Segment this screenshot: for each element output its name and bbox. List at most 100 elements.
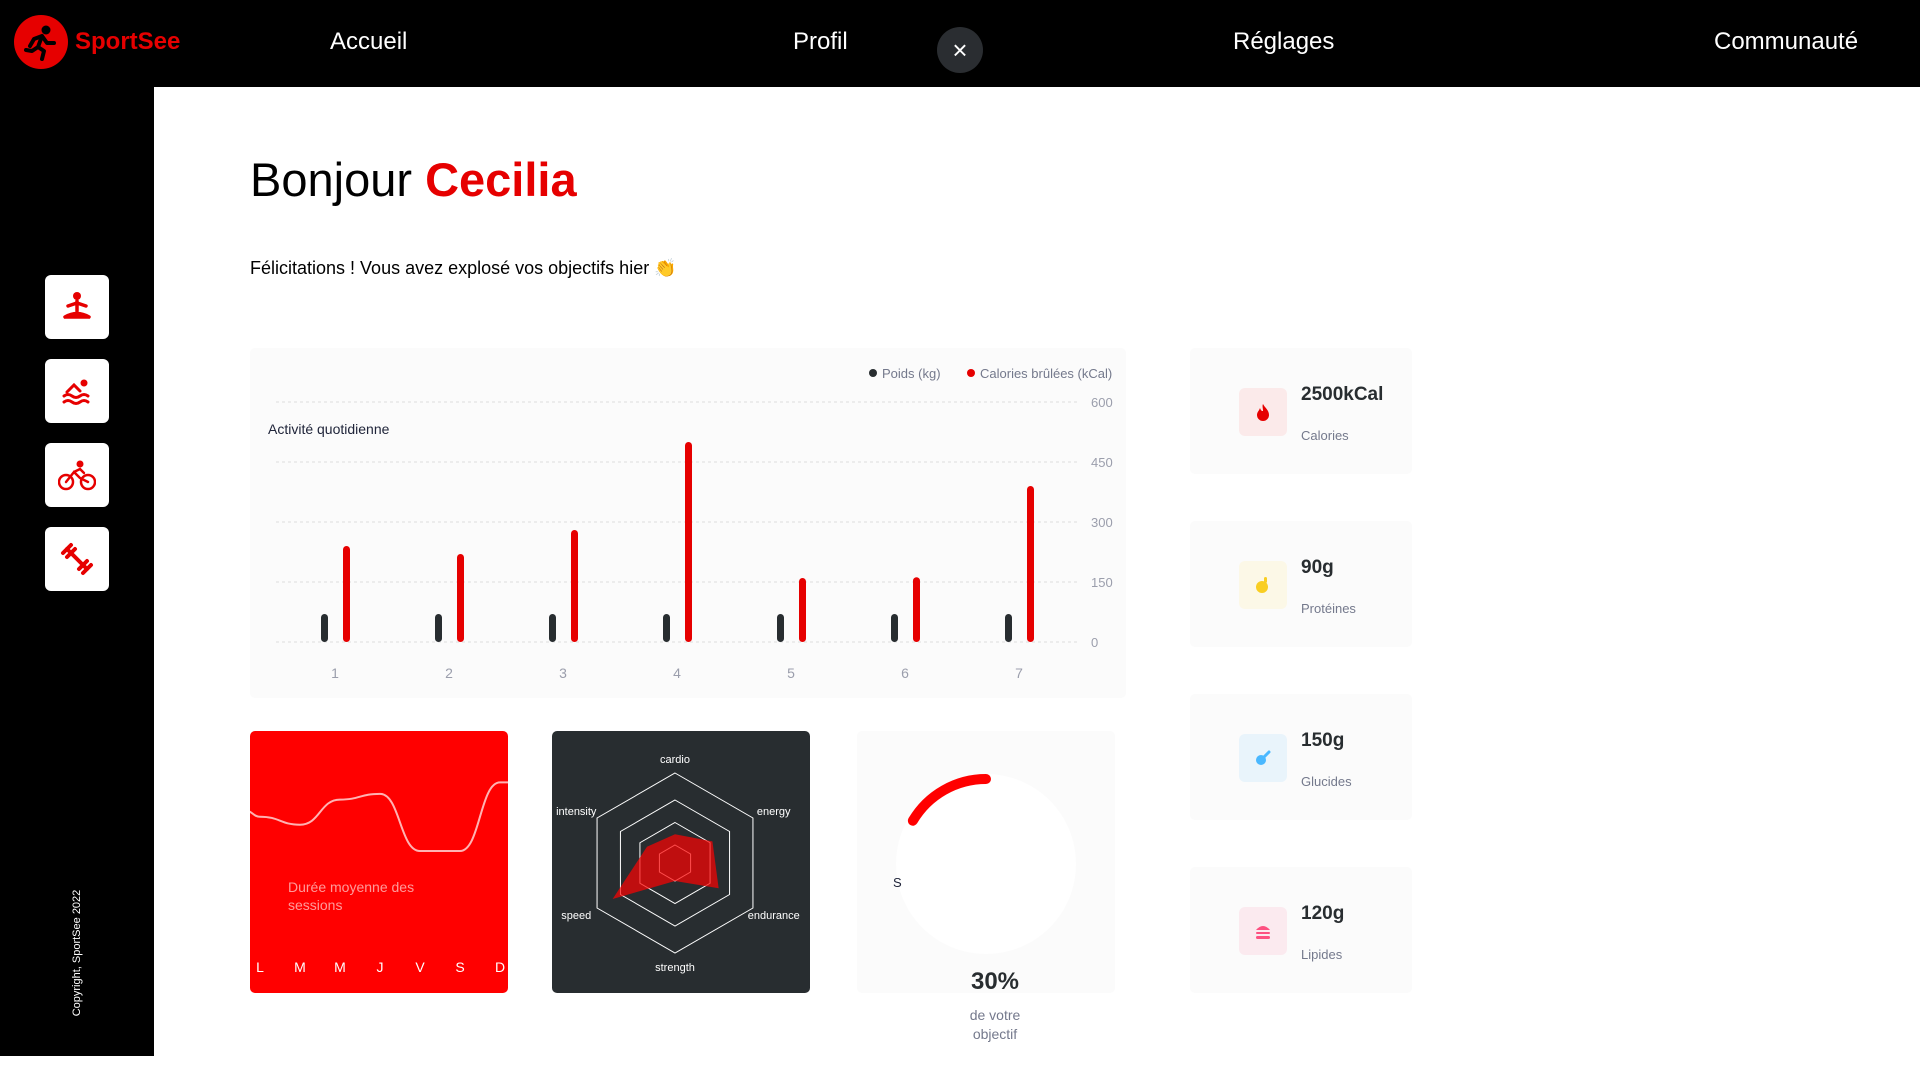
- sessions-chart: Durée moyenne des sessions L M M J V S D: [245, 781, 512, 975]
- nav-profile[interactable]: Profil: [793, 28, 848, 56]
- day-label: L: [256, 959, 264, 975]
- performance-chart-card: cardio energy endurance strength speed intens…: [552, 731, 810, 993]
- day-label: M: [294, 959, 306, 975]
- keydata-label: Glucides: [1301, 774, 1352, 789]
- user-name: Cecilia: [425, 153, 577, 206]
- score-chart: S 30% de votre objectif: [893, 774, 1076, 1042]
- weight-bar[interactable]: [777, 614, 784, 642]
- keydata-value: 120g: [1301, 903, 1345, 924]
- calories-bar[interactable]: [457, 554, 464, 642]
- keydata-value: 150g: [1301, 730, 1345, 751]
- calories-bar[interactable]: [1027, 486, 1034, 642]
- sidebar-item-weights[interactable]: [45, 527, 109, 591]
- dumbbell-icon: [61, 543, 93, 575]
- runner-icon: [14, 15, 68, 69]
- page-title: Bonjour Cecilia: [250, 152, 577, 207]
- swim-icon: [62, 379, 90, 405]
- x-tick-label: 5: [787, 665, 795, 681]
- close-icon: ×: [952, 34, 968, 65]
- weight-bar[interactable]: [663, 614, 670, 642]
- day-label: D: [495, 959, 505, 975]
- radar-axis-label: intensity: [556, 806, 597, 818]
- keydata-card-carbs: 150g Glucides: [1190, 694, 1412, 820]
- legend-weight-dot: [869, 369, 877, 377]
- sidebar: Copyright, SportSee 2022: [0, 87, 154, 1056]
- day-label: M: [334, 959, 346, 975]
- calories-bar[interactable]: [799, 578, 806, 642]
- x-tick-label: 1: [331, 665, 339, 681]
- calories-bar[interactable]: [685, 442, 692, 642]
- x-tick-label: 3: [559, 665, 567, 681]
- score-value: 30%: [971, 968, 1019, 995]
- y-tick-label: 300: [1091, 515, 1113, 530]
- nav-community[interactable]: Communauté: [1714, 28, 1858, 56]
- keydata-icon-bg: [1239, 388, 1287, 436]
- yoga-icon: [63, 292, 91, 319]
- keydata-card-protein: 90g Protéines: [1190, 521, 1412, 647]
- y-tick-label: 450: [1091, 455, 1113, 470]
- keydata-value: 2500kCal: [1301, 384, 1384, 405]
- legend-calories: Calories brûlées (kCal): [980, 366, 1112, 381]
- keydata-label: Calories: [1301, 428, 1349, 443]
- sessions-chart-card: Durée moyenne des sessions L M M J V S D: [245, 731, 512, 993]
- chicken-icon: [1256, 577, 1268, 593]
- logo[interactable]: SportSee: [14, 15, 180, 69]
- radar-axis-label: energy: [757, 806, 791, 818]
- y-tick-label: 150: [1091, 575, 1113, 590]
- radar-axis-label: speed: [561, 910, 591, 922]
- keydata-icon-bg: [1239, 734, 1287, 782]
- keydata-icon-bg: [1239, 561, 1287, 609]
- calories-bar[interactable]: [343, 546, 350, 642]
- y-tick-label: 0: [1091, 635, 1098, 650]
- apple-icon: [1256, 750, 1271, 765]
- legend-weight: Poids (kg): [882, 366, 941, 381]
- score-line1: de votre: [970, 1007, 1021, 1023]
- keydata-value: 90g: [1301, 557, 1334, 578]
- score-label-fragment: S: [893, 875, 902, 890]
- weight-bar[interactable]: [891, 614, 898, 642]
- day-label: S: [455, 959, 464, 975]
- legend-calories-dot: [967, 369, 975, 377]
- flame-icon: [1257, 404, 1269, 421]
- activity-chart: Activité quotidienne Poids (kg) Calories…: [268, 366, 1113, 681]
- radar-area: [612, 834, 719, 899]
- sessions-title-2: sessions: [288, 897, 342, 913]
- radar-axis-label: strength: [655, 962, 695, 974]
- calories-bar[interactable]: [913, 577, 920, 642]
- keydata-card-lipids: 120g Lipides: [1190, 867, 1412, 993]
- weight-bar[interactable]: [549, 614, 556, 642]
- x-tick-label: 2: [445, 665, 453, 681]
- brand-name: SportSee: [75, 28, 181, 55]
- performance-chart: cardio energy endurance strength speed intens…: [556, 754, 800, 974]
- day-label: J: [377, 959, 384, 975]
- nav-home[interactable]: Accueil: [330, 28, 407, 56]
- sidebar-item-yoga[interactable]: [45, 275, 109, 339]
- day-label: V: [415, 959, 425, 975]
- sidebar-item-swim[interactable]: [45, 359, 109, 423]
- radar-axis-label: endurance: [748, 910, 800, 922]
- weight-bar[interactable]: [321, 614, 328, 642]
- score-line2: objectif: [973, 1026, 1017, 1042]
- x-tick-label: 6: [901, 665, 909, 681]
- copyright: Copyright, SportSee 2022: [71, 889, 83, 1017]
- activity-title: Activité quotidienne: [268, 421, 390, 437]
- score-chart-card: S 30% de votre objectif: [857, 731, 1115, 1042]
- sidebar-item-bike[interactable]: [45, 443, 109, 507]
- calories-bar[interactable]: [571, 530, 578, 642]
- keydata-label: Protéines: [1301, 601, 1356, 616]
- top-navigation: SportSee Accueil Profil × Réglages Commu…: [0, 0, 1920, 87]
- keydata-label: Lipides: [1301, 947, 1343, 962]
- activity-chart-panel: Activité quotidienne Poids (kg) Calories…: [250, 348, 1126, 698]
- burger-icon: [1256, 926, 1270, 939]
- nav-settings[interactable]: Réglages: [1233, 28, 1334, 56]
- sessions-line-path: [245, 781, 512, 852]
- sessions-title-1: Durée moyenne des: [288, 879, 414, 895]
- close-button[interactable]: ×: [937, 27, 983, 73]
- weight-bar[interactable]: [1005, 614, 1012, 642]
- congrats-message: Félicitations ! Vous avez explosé vos ob…: [250, 258, 677, 278]
- keydata-icon-bg: [1239, 907, 1287, 955]
- x-tick-label: 4: [673, 665, 681, 681]
- weight-bar[interactable]: [435, 614, 442, 642]
- greeting-text: Bonjour: [250, 153, 412, 206]
- y-tick-label: 600: [1091, 395, 1113, 410]
